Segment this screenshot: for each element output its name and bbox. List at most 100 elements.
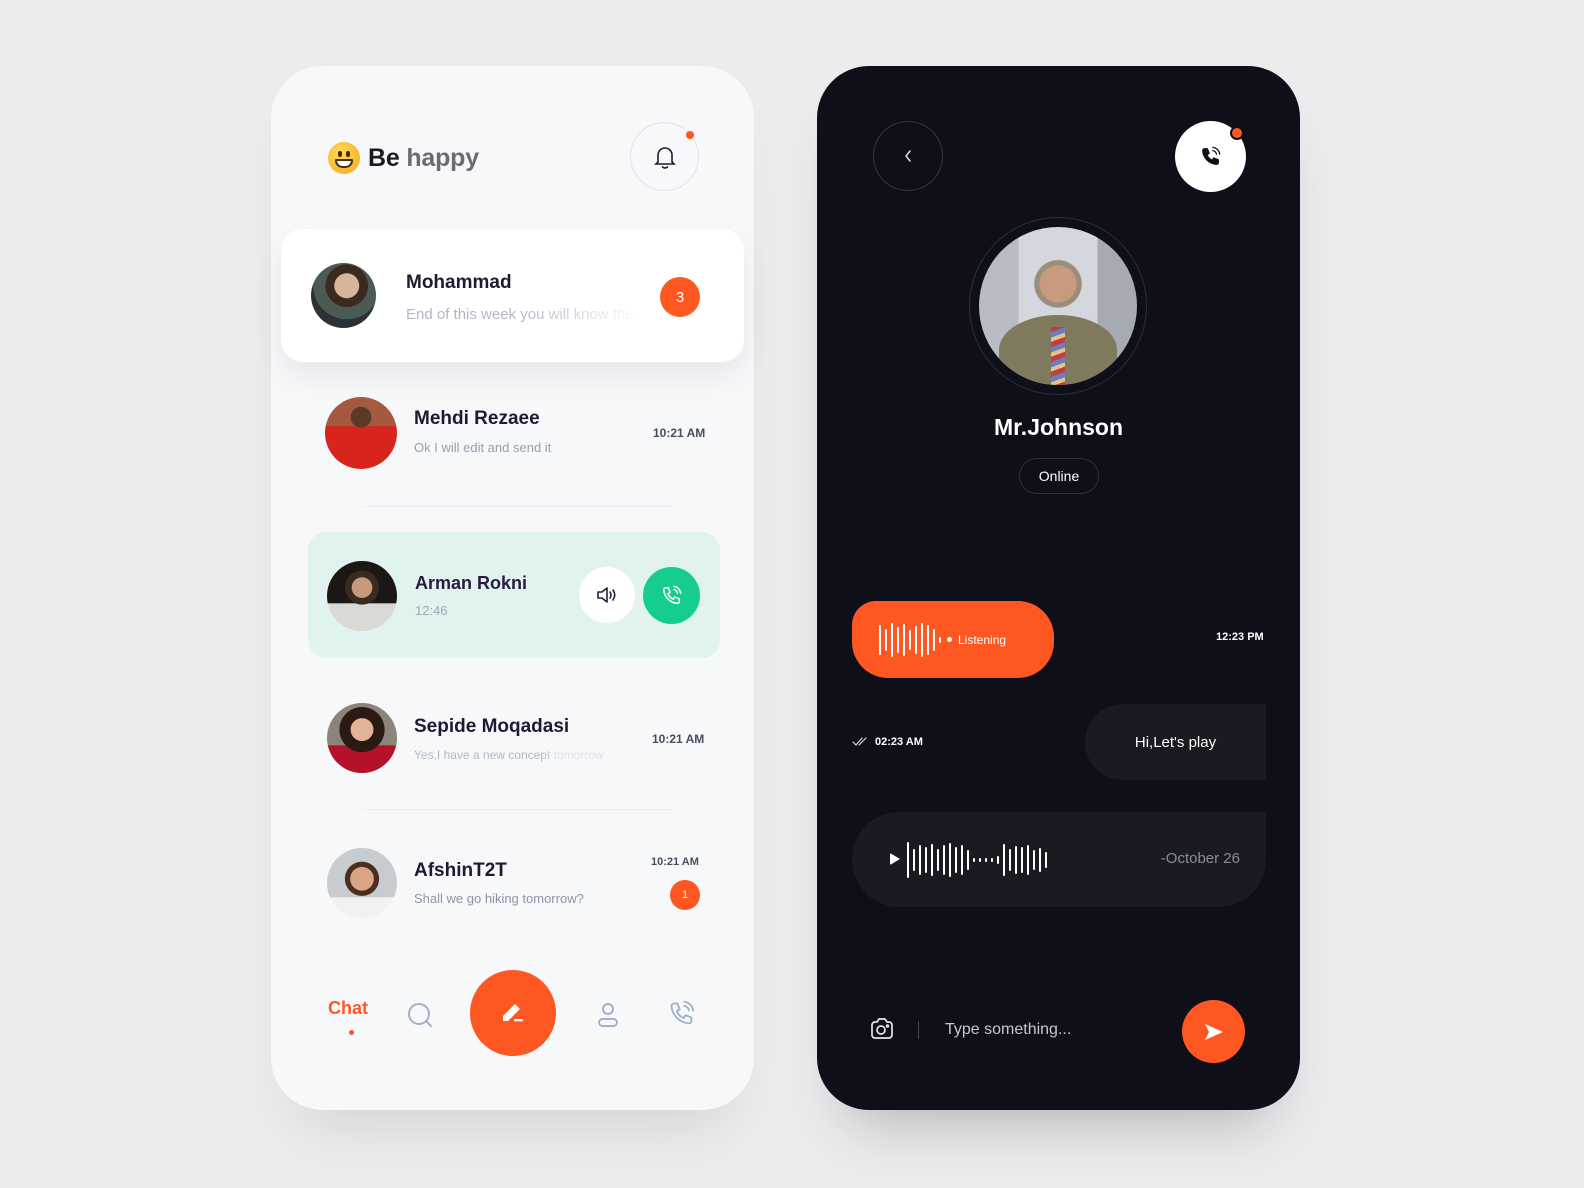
waveform-bar — [885, 628, 887, 651]
compose-button[interactable] — [470, 970, 556, 1056]
send-icon — [1204, 1023, 1223, 1040]
voice-message-bubble[interactable]: Listening — [852, 601, 1054, 678]
back-button[interactable] — [873, 121, 943, 191]
waveform-bar — [943, 845, 945, 875]
waveform-bar — [909, 629, 911, 650]
double-check-icon — [852, 737, 867, 746]
speaker-icon — [597, 587, 616, 603]
compose-icon — [503, 1004, 523, 1022]
text-message-bubble[interactable]: Hi,Let's play — [1085, 704, 1266, 780]
phone-ringing-icon — [662, 585, 681, 604]
status-badge: Online — [1019, 458, 1099, 494]
read-receipt: 02:23 AM — [852, 736, 923, 748]
play-button[interactable] — [890, 853, 900, 865]
chat-item-mohammad[interactable]: Mohammad End of this week you will know … — [281, 229, 744, 362]
nav-tab-profile[interactable] — [595, 1000, 621, 1030]
chat-item-afshint2t[interactable]: AfshinT2T Shall we go hiking tomorrow? 1… — [271, 836, 754, 936]
message-time: 02:23 AM — [875, 736, 923, 748]
waveform-bar — [907, 842, 909, 878]
chat-name: Mehdi Rezaee — [414, 408, 540, 429]
bell-icon — [653, 146, 676, 169]
search-icon — [408, 1003, 432, 1027]
waveform-bar — [1015, 846, 1017, 874]
chat-time: 10:21 AM — [652, 732, 705, 746]
grinning-face-icon — [328, 142, 360, 174]
call-button[interactable] — [643, 567, 700, 624]
chat-item-sepide-moqadasi[interactable]: Sepide Moqadasi Yes,I have a new concept… — [271, 692, 754, 792]
chat-list-screen: Be happy Mohammad End of this week you w… — [271, 66, 754, 1110]
camera-button[interactable] — [869, 1017, 895, 1043]
waveform-bar — [903, 623, 905, 656]
app-brand: Be happy — [328, 142, 479, 174]
speaker-button[interactable] — [579, 567, 635, 623]
chat-preview: End of this week you will know the — [406, 306, 634, 323]
call-indicator-dot — [1230, 126, 1244, 140]
waveform-bar — [939, 636, 941, 643]
chevron-left-icon — [905, 150, 911, 162]
waveform-bar — [967, 850, 969, 870]
brand-word-be: Be — [368, 143, 400, 172]
chat-item-mehdi-rezaee[interactable]: Mehdi Rezaee Ok I will edit and send it … — [271, 386, 754, 486]
waveform-bar — [919, 845, 921, 875]
chat-name: Sepide Moqadasi — [414, 716, 570, 737]
message-composer — [852, 996, 1266, 1068]
avatar — [311, 263, 376, 328]
waveform-bar — [973, 858, 975, 862]
calls-icon — [670, 1000, 695, 1025]
waveform-bar — [991, 858, 993, 862]
waveform-bar — [979, 858, 981, 862]
chat-time: 10:21 AM — [653, 426, 706, 440]
waveform-bar — [1045, 852, 1047, 868]
waveform-bar — [879, 624, 881, 655]
chat-item-arman-rokni[interactable]: Arman Rokni 12:46 — [308, 532, 720, 658]
avatar — [327, 703, 397, 773]
nav-tab-calls[interactable] — [666, 998, 698, 1030]
waveform-bar — [927, 624, 929, 655]
waveform-bar — [997, 856, 999, 864]
contact-name: Mr.Johnson — [993, 414, 1124, 440]
waveform-bar — [925, 847, 927, 873]
waveform-bar — [1003, 844, 1005, 876]
notifications-button[interactable] — [630, 122, 699, 191]
waveform-bar — [913, 849, 915, 871]
message-time: 12:23 PM — [1216, 631, 1264, 643]
waveform-bar — [915, 625, 917, 654]
conversation-screen: Mr.Johnson Online Listening 12:23 PM 02:… — [817, 66, 1300, 1110]
waveform-bar — [937, 849, 939, 871]
chat-preview: Shall we go hiking tomorrow? — [414, 891, 584, 906]
waveform-bar — [1027, 845, 1029, 875]
avatar — [325, 397, 397, 469]
contact-avatar-ring — [969, 217, 1147, 395]
message-input[interactable] — [945, 1021, 1165, 1039]
waveform-bar — [933, 628, 935, 651]
divider — [363, 809, 673, 810]
chat-time: 10:21 AM — [651, 856, 699, 868]
waveform-bar — [897, 626, 899, 653]
composer-divider — [918, 1021, 919, 1039]
profile-icon — [598, 1003, 618, 1027]
waveform[interactable] — [907, 838, 1047, 882]
brand-word-happy: happy — [406, 143, 479, 172]
waveform-bar — [931, 844, 933, 876]
unread-dot — [686, 131, 694, 139]
divider — [363, 506, 673, 507]
chat-name: Mohammad — [406, 272, 512, 293]
unread-count-badge: 1 — [670, 880, 700, 910]
waveform — [879, 622, 941, 657]
waveform-bar — [961, 845, 963, 875]
contact-avatar[interactable] — [979, 227, 1137, 385]
voice-call-button[interactable] — [1175, 121, 1246, 192]
avatar — [327, 848, 397, 918]
nav-chat-label: Chat — [328, 998, 368, 1018]
nav-tab-search[interactable] — [405, 1000, 435, 1030]
waveform-bar — [1033, 850, 1035, 870]
phone-ringing-icon — [1201, 146, 1220, 165]
chat-name: AfshinT2T — [414, 860, 507, 881]
waveform-bar — [955, 847, 957, 873]
camera-icon — [871, 1018, 893, 1039]
waveform-bar — [949, 843, 951, 877]
send-button[interactable] — [1182, 1000, 1245, 1063]
message-date: -October 26 — [1160, 850, 1240, 867]
waveform-bar — [985, 858, 987, 862]
call-duration: 12:46 — [415, 603, 448, 618]
